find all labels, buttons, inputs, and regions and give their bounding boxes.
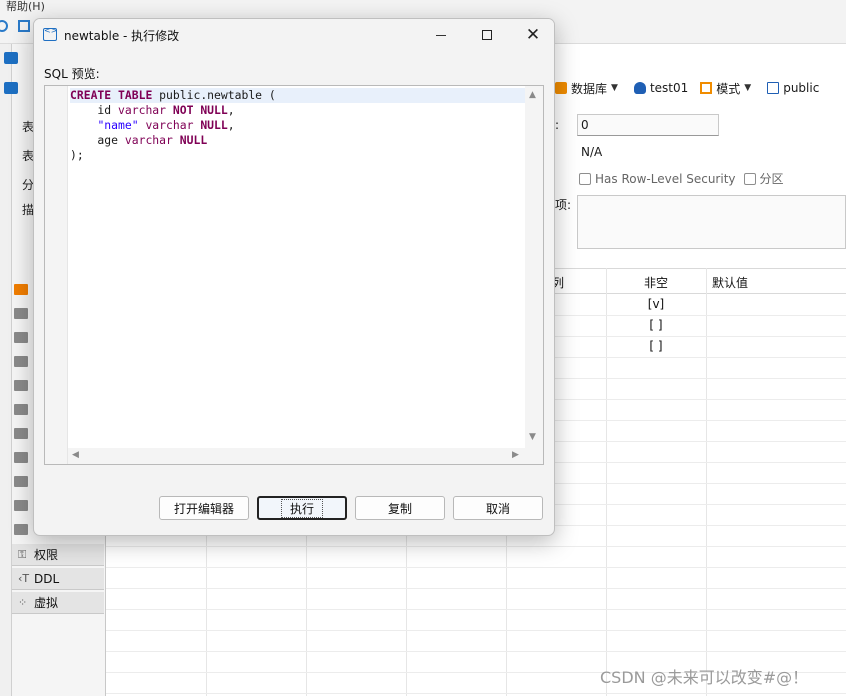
constraints-icon[interactable] (14, 308, 28, 319)
table-row (106, 546, 846, 547)
sql-line: age varchar NULL (70, 133, 208, 147)
chevron-down-icon[interactable]: ▼ (744, 83, 751, 93)
table-row (106, 609, 846, 610)
key-icon: ⚿ (18, 547, 27, 561)
database-selector[interactable]: 数据库 ▼ (555, 80, 628, 97)
header-default[interactable]: 默认值 (712, 274, 748, 291)
sql-line: ); (70, 148, 84, 162)
sql-code[interactable]: CREATE TABLE public.newtable ( id varcha… (70, 88, 525, 163)
scroll-up-icon[interactable]: ▲ (529, 90, 536, 100)
maximize-button[interactable] (464, 19, 510, 51)
rls-checkbox[interactable] (579, 172, 591, 185)
table-row (106, 693, 846, 694)
menu-bar: 帮助(H) (0, 0, 846, 13)
horizontal-scrollbar[interactable]: ◀ ▶ (68, 448, 525, 464)
watermark: CSDN @未来可以改变#@！ (600, 668, 809, 687)
ddl-icon: ‹T (18, 572, 30, 585)
folder-icon[interactable] (14, 404, 28, 415)
tab-ddl[interactable]: ‹T DDL (12, 568, 104, 590)
tab-ddl-label: DDL (34, 571, 60, 586)
grid-divider (606, 268, 607, 696)
maximize-icon (482, 30, 492, 40)
schema-selector[interactable]: public (767, 81, 819, 95)
table-row (106, 588, 846, 589)
close-button[interactable]: ✕ (510, 19, 554, 51)
dialog-titlebar[interactable]: newtable - 执行修改 ✕ (34, 19, 554, 51)
schema-type-selector[interactable]: 模式 ▼ (700, 80, 761, 97)
sql-line: CREATE TABLE public.newtable ( (70, 88, 525, 103)
tab-permissions[interactable]: ⚿ 权限 (12, 544, 104, 566)
editor-gutter (45, 86, 68, 464)
scrollbar-corner (525, 448, 543, 464)
sql-line: "name" varchar NULL, (97, 118, 235, 132)
folder-icon[interactable] (14, 500, 28, 511)
folder-icon[interactable] (14, 356, 28, 367)
navigator-toolbar: 数据库 ▼ test01 模式 ▼ public (555, 75, 846, 101)
property-label: : (555, 118, 560, 132)
columns-icon[interactable] (14, 284, 28, 295)
header-not-null[interactable]: 非空 (644, 274, 668, 291)
not-null-cell[interactable]: [ ] (606, 339, 706, 353)
datasource-icon (633, 82, 646, 94)
sql-line: id varchar NOT NULL, (70, 103, 235, 117)
table-row (106, 630, 846, 631)
chevron-down-icon[interactable]: ▼ (611, 83, 618, 93)
folder-icon[interactable] (14, 476, 28, 487)
sql-preview-editor[interactable]: CREATE TABLE public.newtable ( id varcha… (44, 85, 544, 465)
table-row (106, 567, 846, 568)
cancel-button[interactable]: 取消 (453, 496, 543, 520)
partition-checkbox[interactable] (743, 172, 756, 185)
execute-button-label: 执行 (280, 498, 324, 518)
scroll-down-icon[interactable]: ▼ (529, 432, 536, 442)
property-value-field[interactable]: 0 (577, 114, 719, 136)
copy-button[interactable]: 复制 (355, 496, 445, 520)
rls-option[interactable]: Has Row-Level Security 分区 (579, 170, 784, 187)
virtual-icon: ⁘ (18, 596, 28, 609)
connection-selector[interactable]: test01 (633, 81, 689, 95)
folder-icon[interactable] (14, 452, 28, 463)
rls-label: Has Row-Level Security (595, 171, 736, 186)
folder-icon[interactable] (14, 332, 28, 343)
vertical-scrollbar[interactable]: ▲ ▼ (525, 86, 543, 448)
database-icon (555, 82, 567, 94)
partition-label: 分区 (759, 172, 784, 186)
connection-label: test01 (649, 81, 689, 95)
table-tab-icon[interactable] (4, 52, 18, 64)
options-textarea[interactable] (577, 195, 846, 249)
table-row (106, 651, 846, 652)
app-icon (43, 26, 57, 41)
table-tab-icon-2[interactable] (4, 82, 18, 94)
minimize-icon (436, 34, 446, 36)
list-icon[interactable] (14, 428, 28, 439)
options-label: 项: (555, 198, 572, 212)
tab-permissions-label: 权限 (34, 548, 59, 562)
not-null-cell[interactable]: [ ] (606, 318, 706, 332)
dialog-title: newtable - 执行修改 (64, 29, 180, 43)
tab-virtual[interactable]: ⁘ 虚拟 (12, 592, 104, 614)
schema-icon (700, 82, 713, 94)
database-label: 数据库 (571, 81, 608, 96)
scroll-left-icon[interactable]: ◀ (72, 450, 79, 460)
document-icon (767, 82, 780, 94)
open-editor-button[interactable]: 打开编辑器 (159, 496, 249, 520)
execute-changes-dialog: newtable - 执行修改 ✕ SQL 预览: CREATE TABLE p… (33, 18, 555, 536)
left-edge-strip (0, 44, 12, 696)
folder-icon[interactable] (14, 380, 28, 391)
close-icon: ✕ (525, 24, 541, 45)
schema-label: public (783, 81, 820, 95)
info-icon[interactable] (14, 524, 28, 535)
not-null-cell[interactable]: [v] (606, 297, 706, 311)
minimize-button[interactable] (418, 19, 464, 51)
schema-type-label: 模式 (716, 81, 741, 96)
scroll-right-icon[interactable]: ▶ (512, 450, 519, 460)
property-na-value: N/A (581, 145, 603, 159)
sql-preview-label: SQL 预览: (44, 67, 100, 81)
grid-divider (706, 268, 707, 696)
tab-virtual-label: 虚拟 (34, 596, 59, 610)
network-icon[interactable] (18, 20, 30, 32)
execute-button[interactable]: 执行 (257, 496, 347, 520)
